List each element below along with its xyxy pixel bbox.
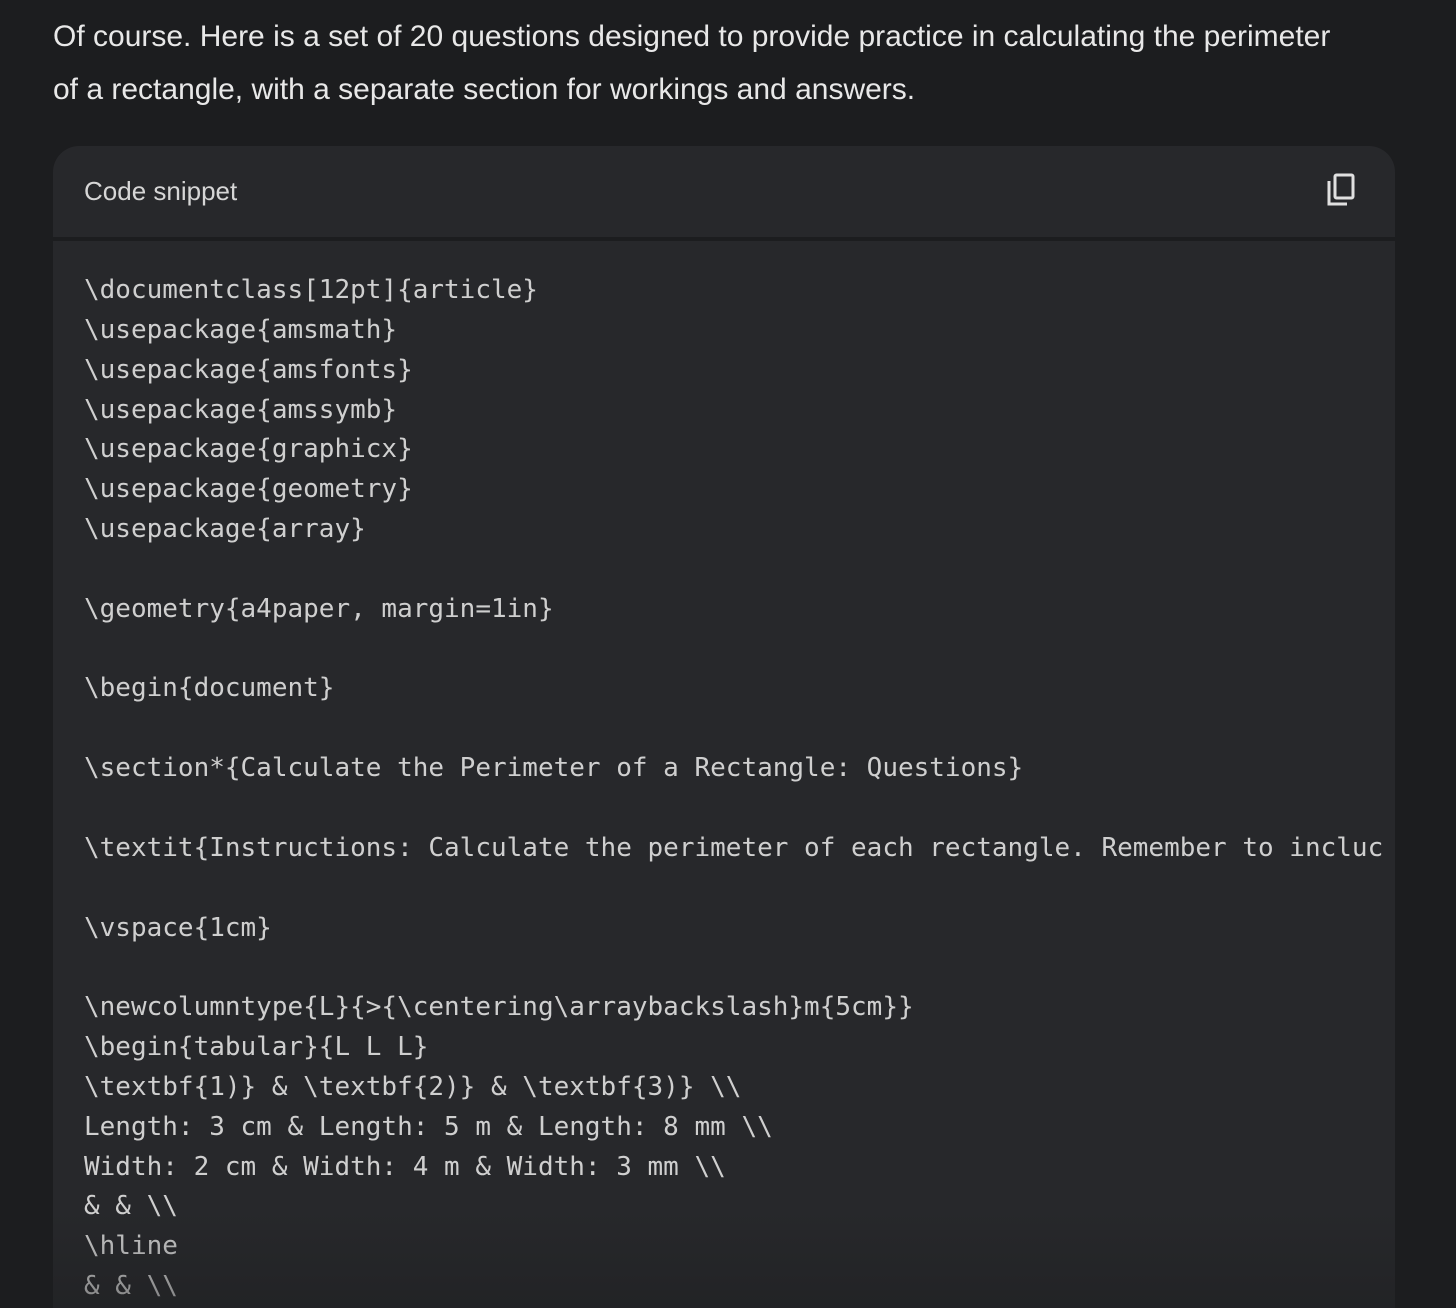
code-line: \newcolumntype{L}{>{\centering\arrayback… — [84, 992, 914, 1023]
intro-line-2: of a rectangle, with a separate section … — [53, 73, 916, 106]
code-line: \geometry{a4paper, margin=1in} — [84, 593, 554, 624]
code-snippet-body[interactable]: \documentclass[12pt]{article} \usepackage… — [53, 241, 1395, 1308]
code-line: & & \\ — [84, 1191, 178, 1222]
copy-code-button[interactable] — [1319, 168, 1363, 212]
code-line: \textbf{1)} & \textbf{2)} & \textbf{3)} … — [84, 1071, 742, 1102]
code-line: Length: 3 cm & Length: 5 m & Length: 8 m… — [84, 1111, 773, 1142]
code-line: \usepackage{geometry} — [84, 474, 413, 505]
code-snippet-header: Code snippet — [53, 146, 1395, 237]
code-lines: \documentclass[12pt]{article} \usepackage… — [84, 271, 1383, 1307]
code-snippet-card: Code snippet \documentclass[12pt]{articl… — [53, 146, 1395, 1308]
code-line: \usepackage{amsfonts} — [84, 354, 413, 385]
code-line: Width: 2 cm & Width: 4 m & Width: 3 mm \… — [84, 1151, 726, 1182]
code-line: & & \\ — [84, 1271, 178, 1302]
code-line: \begin{tabular}{L L L} — [84, 1032, 429, 1063]
assistant-message: Of course. Here is a set of 20 questions… — [53, 10, 1413, 116]
code-line: \textit{Instructions: Calculate the peri… — [84, 832, 1384, 863]
code-snippet-title: Code snippet — [84, 176, 238, 206]
code-line: \vspace{1cm} — [84, 912, 272, 943]
code-line: \usepackage{amssymb} — [84, 394, 398, 425]
intro-line-1: Of course. Here is a set of 20 questions… — [53, 20, 1331, 53]
code-line: \documentclass[12pt]{article} — [84, 275, 538, 305]
copy-icon — [1327, 173, 1355, 206]
code-line: \section*{Calculate the Perimeter of a R… — [84, 753, 1024, 784]
code-line: \usepackage{array} — [84, 514, 366, 545]
code-line: \usepackage{graphicx} — [84, 434, 413, 465]
code-line: \begin{document} — [84, 673, 335, 704]
code-line: \usepackage{amsmath} — [84, 314, 398, 345]
code-line: \hline — [84, 1231, 178, 1262]
